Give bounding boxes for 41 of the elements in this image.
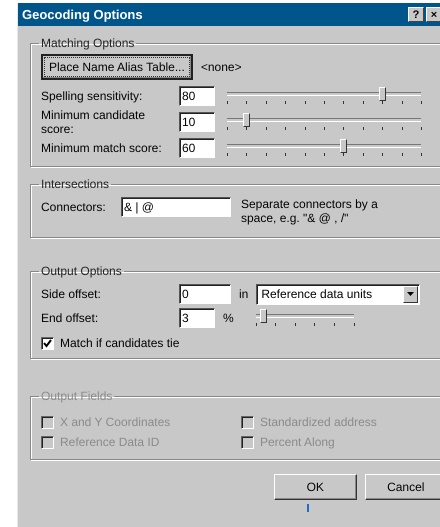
checkbox[interactable] bbox=[41, 336, 54, 350]
slider-thumb[interactable] bbox=[340, 139, 348, 153]
slider-track[interactable] bbox=[256, 308, 354, 328]
score-field[interactable]: 10 bbox=[179, 112, 215, 132]
window-title: Geocoding Options bbox=[22, 7, 143, 22]
field-label: Minimum candidate score: bbox=[41, 108, 146, 136]
slider-thumb[interactable] bbox=[260, 309, 267, 323]
group-title: Intersections bbox=[40, 177, 110, 191]
unit-label: % bbox=[223, 311, 234, 325]
checkbox-label: Standardized address bbox=[260, 415, 377, 429]
field-label: Connectors: bbox=[41, 200, 107, 214]
unit-label: in bbox=[239, 287, 248, 301]
cancel-button[interactable]: Cancel bbox=[364, 474, 440, 500]
alias-table-button[interactable]: Place Name Alias Table... bbox=[41, 54, 193, 80]
group-title: Output Options bbox=[40, 264, 123, 278]
score-field[interactable]: 60 bbox=[179, 138, 215, 158]
group-title: Output Fields bbox=[40, 389, 114, 403]
score-field[interactable]: 80 bbox=[179, 86, 215, 106]
field-label: Spelling sensitivity: bbox=[41, 89, 144, 103]
field-label: Minimum match score: bbox=[41, 141, 163, 155]
connectors-field[interactable]: & | @ bbox=[121, 197, 231, 217]
help-button[interactable]: ? bbox=[408, 7, 424, 22]
slider-track[interactable] bbox=[227, 86, 421, 106]
side-offset-field[interactable]: 0 bbox=[179, 284, 231, 304]
slider-thumb[interactable] bbox=[243, 113, 250, 127]
slider-track[interactable] bbox=[227, 112, 421, 132]
units-dropdown[interactable]: Reference data units bbox=[256, 284, 420, 304]
checkbox-label: Percent Along bbox=[260, 435, 335, 449]
end-offset-field[interactable]: 3 bbox=[179, 308, 215, 328]
field-label: Side offset: bbox=[41, 287, 102, 301]
group-title: Matching Options bbox=[40, 36, 136, 50]
slider-thumb[interactable] bbox=[379, 87, 386, 101]
slider-track[interactable] bbox=[227, 138, 421, 158]
ok-button[interactable]: OK bbox=[274, 474, 356, 500]
hint-text: Separate connectors by a space, e.g. "& @ , /" bbox=[241, 197, 379, 225]
checkbox-label: X and Y Coordinates bbox=[60, 415, 170, 429]
checkbox-label: Match if candidates tie bbox=[60, 336, 180, 350]
close-button[interactable]: × bbox=[426, 7, 440, 22]
checkbox-label: Reference Data ID bbox=[60, 435, 160, 449]
alias-value: <none> bbox=[200, 60, 242, 74]
field-label: End offset: bbox=[41, 311, 100, 325]
